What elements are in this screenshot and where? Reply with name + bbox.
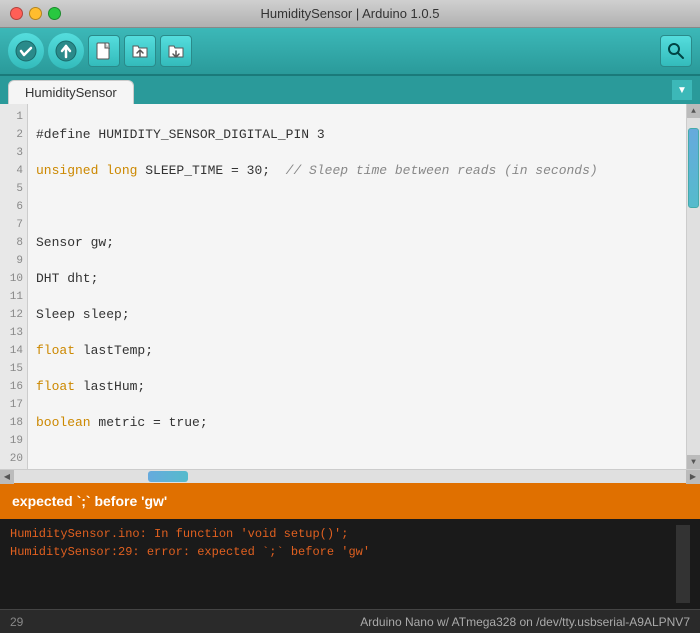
h-scroll-track[interactable]	[14, 470, 686, 483]
console-line-1: HumiditySensor.ino: In function 'void se…	[10, 525, 676, 543]
save-button[interactable]	[160, 35, 192, 67]
editor-container: 1234567891011121314151617181920212223242…	[0, 104, 700, 469]
console-scrollbar[interactable]	[676, 525, 690, 603]
status-line-number: 29	[10, 615, 40, 629]
scroll-thumb[interactable]	[688, 128, 699, 208]
code-line-2: unsigned long SLEEP_TIME = 30; // Sleep …	[36, 162, 678, 180]
h-scroll-thumb[interactable]	[148, 471, 188, 482]
console-line-2: HumiditySensor:29: error: expected `;` b…	[10, 543, 676, 561]
search-icon	[667, 42, 685, 60]
verify-icon	[15, 40, 37, 62]
code-line-6: Sleep sleep;	[36, 306, 678, 324]
code-line-7: float lastTemp;	[36, 342, 678, 360]
tab-dropdown-button[interactable]: ▼	[672, 80, 692, 100]
chevron-down-icon: ▼	[677, 85, 687, 96]
code-line-9: boolean metric = true;	[36, 414, 678, 432]
console-panel: HumiditySensor.ino: In function 'void se…	[0, 519, 700, 609]
code-line-8: float lastHum;	[36, 378, 678, 396]
scroll-right-arrow[interactable]: ▶	[686, 470, 700, 484]
code-line-3	[36, 198, 678, 216]
status-bar: 29 Arduino Nano w/ ATmega328 on /dev/tty…	[0, 609, 700, 633]
title-bar: HumiditySensor | Arduino 1.0.5	[0, 0, 700, 28]
error-message: expected `;` before 'gw'	[12, 493, 167, 509]
line-numbers: 1234567891011121314151617181920212223242…	[0, 104, 28, 469]
code-line-10	[36, 450, 678, 468]
window-title: HumiditySensor | Arduino 1.0.5	[261, 6, 440, 21]
status-board-info: Arduino Nano w/ ATmega328 on /dev/tty.us…	[360, 615, 690, 629]
window-controls	[10, 7, 61, 20]
console-output: HumiditySensor.ino: In function 'void se…	[10, 525, 676, 603]
scroll-track[interactable]	[687, 118, 700, 455]
close-button[interactable]	[10, 7, 23, 20]
scroll-up-arrow[interactable]: ▲	[687, 104, 700, 118]
search-button[interactable]	[660, 35, 692, 67]
code-line-5: DHT dht;	[36, 270, 678, 288]
code-line-4: Sensor gw;	[36, 234, 678, 252]
vertical-scrollbar[interactable]: ▲ ▼	[686, 104, 700, 469]
upload-button[interactable]	[48, 33, 84, 69]
line-number-list: 1234567891011121314151617181920212223242…	[2, 108, 23, 469]
verify-button[interactable]	[8, 33, 44, 69]
maximize-button[interactable]	[48, 7, 61, 20]
open-button[interactable]	[124, 35, 156, 67]
horizontal-scrollbar[interactable]: ◀ ▶	[0, 469, 700, 483]
tab-bar: HumiditySensor ▼	[0, 76, 700, 104]
tab-humidity-sensor[interactable]: HumiditySensor	[8, 80, 134, 104]
code-editor[interactable]: #define HUMIDITY_SENSOR_DIGITAL_PIN 3 un…	[28, 104, 686, 469]
minimize-button[interactable]	[29, 7, 42, 20]
code-line-1: #define HUMIDITY_SENSOR_DIGITAL_PIN 3	[36, 126, 678, 144]
scroll-down-arrow[interactable]: ▼	[687, 455, 700, 469]
new-button[interactable]	[88, 35, 120, 67]
tab-label: HumiditySensor	[25, 85, 117, 100]
save-file-icon	[167, 42, 185, 60]
new-file-icon	[95, 42, 113, 60]
error-bar: expected `;` before 'gw'	[0, 483, 700, 519]
upload-icon	[55, 40, 77, 62]
open-file-icon	[131, 42, 149, 60]
scroll-left-arrow[interactable]: ◀	[0, 470, 14, 484]
toolbar	[0, 28, 700, 76]
